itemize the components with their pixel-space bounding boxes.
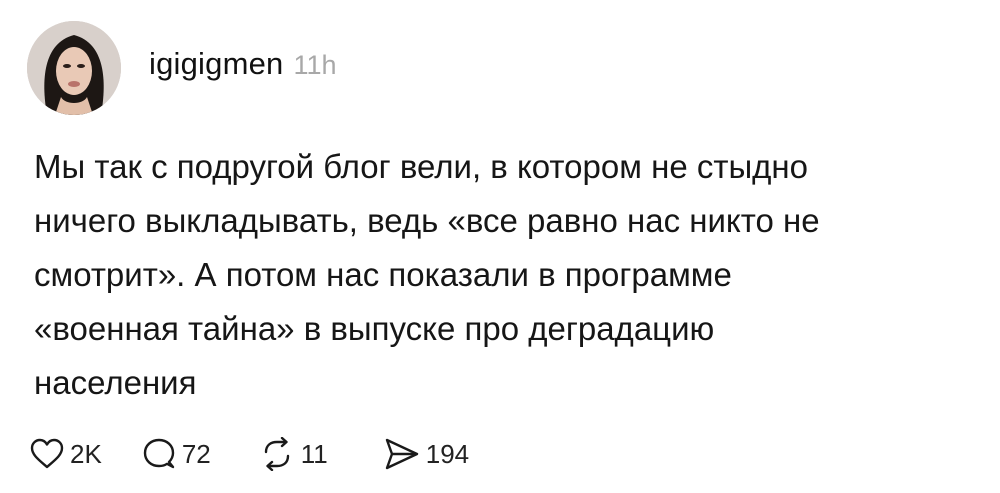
share-button[interactable]: 194 [384, 437, 469, 471]
profile-photo-icon [27, 21, 121, 115]
share-count: 194 [425, 438, 470, 469]
post-text: Мы так с подругой блог вели, в котором н… [34, 148, 820, 401]
avatar[interactable] [27, 21, 121, 115]
send-icon [385, 438, 418, 470]
repost-count: 11 [300, 438, 328, 469]
timestamp: 11h [293, 50, 337, 80]
like-count: 2K [70, 438, 102, 469]
reply-count: 72 [181, 438, 211, 469]
heart-icon [30, 438, 64, 469]
repost-arrows-icon [264, 437, 289, 471]
comment-bubble-icon [143, 438, 175, 469]
like-button[interactable]: 2K [30, 438, 102, 470]
thread-post: igigigmen 11h Мы так с подругой блог вел… [0, 0, 1000, 493]
username[interactable]: igigigmen [149, 46, 284, 82]
repost-button[interactable]: 11 [259, 437, 328, 471]
action-bar: 2K 72 11 194 [30, 432, 469, 476]
post-header: igigigmen 11h [149, 46, 337, 86]
reply-button[interactable]: 72 [142, 437, 211, 471]
